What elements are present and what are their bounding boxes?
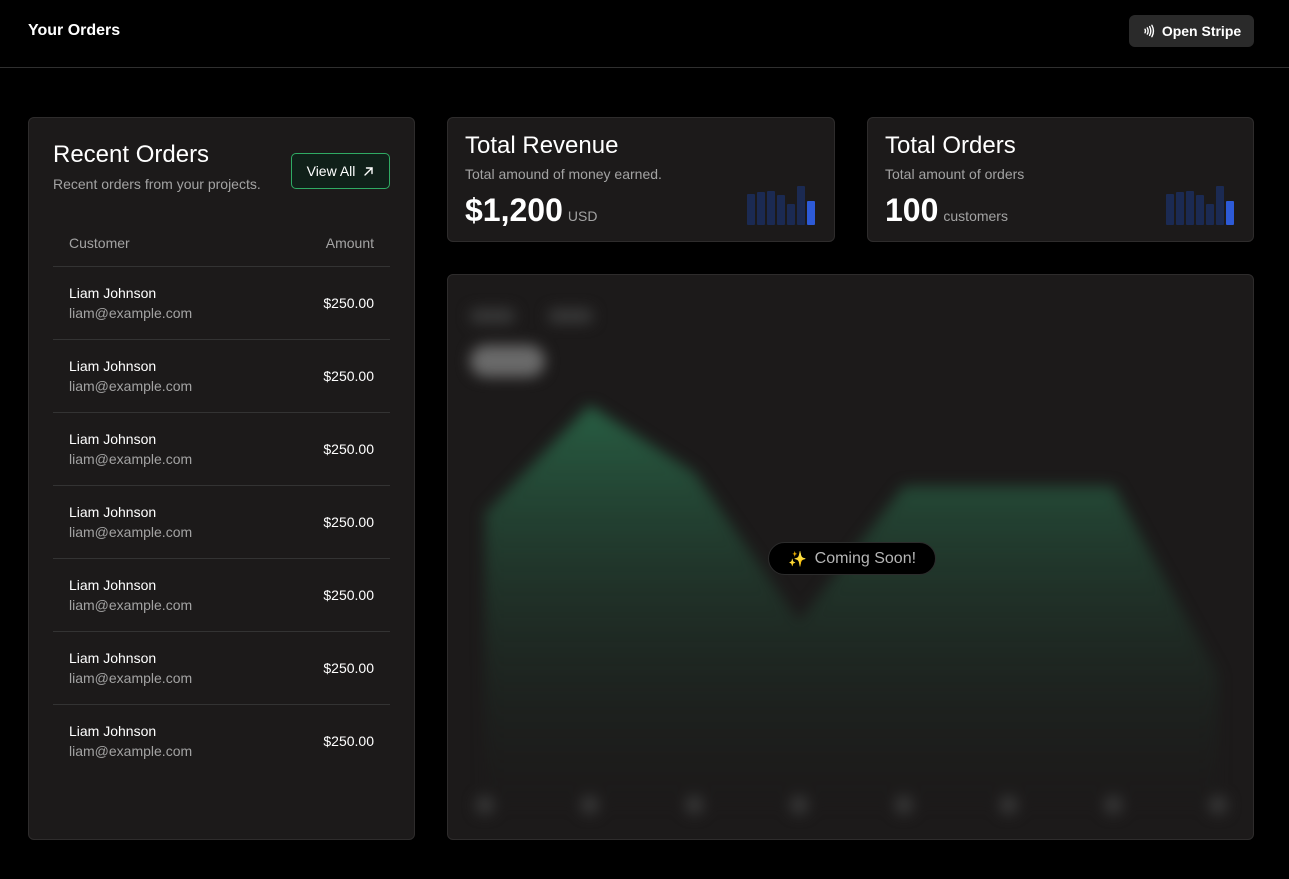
open-stripe-label: Open Stripe: [1161, 23, 1242, 39]
customer-name: Liam Johnson: [69, 577, 157, 593]
blurred-legend: [470, 309, 593, 377]
top-bar: Your Orders Open Stripe: [0, 0, 1289, 68]
arrow-up-right-icon: [364, 166, 374, 176]
contactless-icon: [1144, 24, 1154, 38]
table-row[interactable]: Liam Johnson liam@example.com $250.00: [53, 413, 390, 486]
blurred-tick: [476, 796, 494, 814]
blurred-tick: [894, 796, 913, 814]
order-amount: $250.00: [323, 733, 374, 749]
customer-name: Liam Johnson: [69, 285, 157, 301]
total-revenue-unit: USD: [567, 208, 598, 224]
sparkline-bar: [747, 194, 755, 225]
sparkles-icon: ✨: [787, 550, 807, 568]
column-header-customer: Customer: [69, 235, 130, 251]
order-amount: $250.00: [323, 295, 374, 311]
blurred-tick: [790, 796, 809, 814]
blurred-area: [485, 405, 1218, 805]
table-row[interactable]: Liam Johnson liam@example.com $250.00: [53, 632, 390, 705]
sparkline-bar: [1186, 191, 1194, 225]
sparkline-bar: [797, 186, 805, 225]
coming-soon-badge: ✨ Coming Soon!: [768, 542, 936, 575]
placeholder-chart-card: ✨ Coming Soon!: [447, 274, 1254, 840]
total-revenue-subtitle: Total amound of money earned.: [465, 166, 662, 182]
total-revenue-value-group: $1,200 USD: [465, 192, 597, 229]
customer-name: Liam Johnson: [69, 650, 157, 666]
customer-email: liam@example.com: [69, 597, 193, 613]
orders-sparkline: [1166, 185, 1236, 225]
order-amount: $250.00: [323, 368, 374, 384]
sparkline-bar: [777, 195, 785, 225]
recent-orders-subtitle: Recent orders from your projects.: [53, 176, 261, 192]
blurred-tick: [685, 796, 704, 814]
table-row[interactable]: Liam Johnson liam@example.com $250.00: [53, 559, 390, 632]
total-revenue-value: $1,200: [465, 192, 563, 228]
sparkline-bar: [1216, 186, 1224, 225]
customer-name: Liam Johnson: [69, 504, 157, 520]
revenue-sparkline: [747, 185, 817, 225]
order-amount: $250.00: [323, 514, 374, 530]
sparkline-bar: [1176, 192, 1184, 225]
table-row[interactable]: Liam Johnson liam@example.com $250.00: [53, 705, 390, 778]
view-all-button[interactable]: View All: [291, 153, 390, 189]
order-amount: $250.00: [323, 441, 374, 457]
coming-soon-label: Coming Soon!: [814, 549, 917, 567]
blurred-tick: [1209, 796, 1227, 814]
total-revenue-title: Total Revenue: [465, 132, 619, 159]
order-amount: $250.00: [323, 587, 374, 603]
total-orders-subtitle: Total amount of orders: [885, 166, 1025, 182]
customer-name: Liam Johnson: [69, 431, 157, 447]
blurred-tick: [1104, 796, 1123, 814]
customer-name: Liam Johnson: [69, 358, 157, 374]
table-row[interactable]: Liam Johnson liam@example.com $250.00: [53, 340, 390, 413]
sparkline-bar: [1196, 195, 1204, 225]
recent-orders-title: Recent Orders: [53, 141, 210, 168]
customer-email: liam@example.com: [69, 451, 193, 467]
customer-email: liam@example.com: [69, 743, 193, 759]
order-amount: $250.00: [323, 660, 374, 676]
total-orders-unit: customers: [943, 208, 1008, 224]
column-header-amount: Amount: [325, 235, 374, 251]
orders-table-body: Liam Johnson liam@example.com $250.00 Li…: [53, 267, 390, 778]
sparkline-bar: [807, 201, 815, 225]
customer-email: liam@example.com: [69, 670, 193, 686]
total-orders-value: 100: [885, 192, 939, 228]
open-stripe-button[interactable]: Open Stripe: [1129, 15, 1254, 47]
total-orders-title: Total Orders: [885, 132, 1016, 159]
page-title: Your Orders: [28, 22, 121, 39]
total-orders-value-group: 100 customers: [885, 192, 1008, 229]
recent-orders-card: Recent Orders Recent orders from your pr…: [28, 117, 415, 840]
customer-email: liam@example.com: [69, 378, 193, 394]
customer-email: liam@example.com: [69, 305, 193, 321]
sparkline-bar: [757, 192, 765, 225]
sparkline-bar: [1166, 194, 1174, 225]
table-row[interactable]: Liam Johnson liam@example.com $250.00: [53, 486, 390, 559]
sparkline-bar: [767, 191, 775, 225]
total-orders-card: Total Orders Total amount of orders 100 …: [867, 117, 1254, 242]
blurred-tick: [580, 796, 599, 814]
sparkline-bar: [787, 204, 795, 225]
view-all-label: View All: [306, 163, 356, 179]
blurred-tick: [999, 796, 1018, 814]
customer-email: liam@example.com: [69, 524, 193, 540]
orders-table-header: Customer Amount: [53, 228, 390, 267]
sparkline-bar: [1226, 201, 1234, 225]
sparkline-bar: [1206, 204, 1214, 225]
table-row[interactable]: Liam Johnson liam@example.com $250.00: [53, 267, 390, 340]
customer-name: Liam Johnson: [69, 723, 157, 739]
total-revenue-card: Total Revenue Total amound of money earn…: [447, 117, 835, 242]
